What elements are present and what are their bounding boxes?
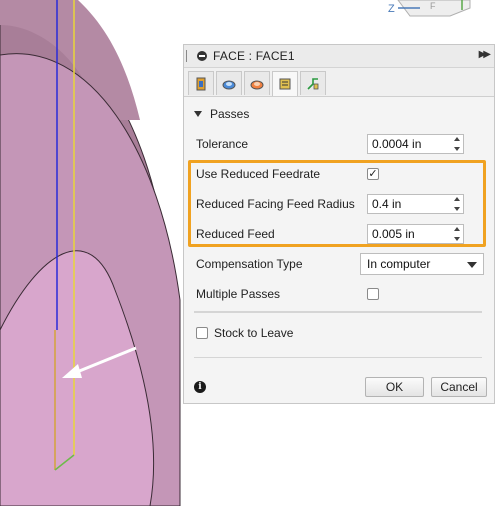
section-title: Passes <box>210 107 250 121</box>
tolerance-label: Tolerance <box>196 137 249 151</box>
tab-tool[interactable] <box>188 71 214 95</box>
reduced-facing-feed-radius-field[interactable]: 0.4 in <box>367 194 464 214</box>
multiple-passes-checkbox[interactable] <box>367 288 379 300</box>
compensation-type-select[interactable]: In computer <box>360 253 484 275</box>
tolerance-value: 0.0004 in <box>372 137 422 151</box>
info-icon[interactable]: i <box>194 381 206 393</box>
linking-icon <box>307 77 319 90</box>
tab-passes[interactable] <box>272 71 298 96</box>
stock-to-leave-checkbox[interactable] <box>196 327 208 339</box>
tab-geometry[interactable] <box>216 71 242 95</box>
compensation-type-label: Compensation Type <box>196 257 303 271</box>
reduced-facing-feed-radius-value: 0.4 in <box>372 197 402 211</box>
reduced-facing-feed-radius-label: Reduced Facing Feed Radius <box>196 197 355 211</box>
geometry-icon <box>222 80 236 89</box>
heights-icon <box>250 80 264 89</box>
dialog-titlebar[interactable]: FACE : FACE1 ▶▶ <box>184 45 494 68</box>
dialog-footer: i OK Cancel <box>184 372 494 402</box>
tolerance-field[interactable]: 0.0004 in <box>367 134 464 154</box>
expand-panel-icon[interactable]: ▶▶ <box>479 49 492 60</box>
use-reduced-feedrate-checkbox[interactable]: ✓ <box>367 168 379 180</box>
reduced-feed-stepper[interactable] <box>453 227 461 241</box>
reduced-facing-feed-radius-stepper[interactable] <box>453 197 461 211</box>
reduced-feed-value: 0.005 in <box>372 227 415 241</box>
dialog-title: FACE : FACE1 <box>213 49 295 63</box>
multiple-passes-label: Multiple Passes <box>196 287 281 301</box>
tab-heights[interactable] <box>244 71 270 95</box>
viewcube-axis-label: Z <box>388 3 395 15</box>
chevron-down-icon <box>467 262 477 268</box>
passes-icon <box>279 78 291 90</box>
stock-to-leave-label: Stock to Leave <box>214 326 294 340</box>
collapse-triangle-icon <box>194 111 202 117</box>
passes-section-header[interactable]: Passes <box>194 107 249 121</box>
tab-linking[interactable] <box>300 71 326 95</box>
section-divider <box>194 311 482 313</box>
viewcube-face-label: F <box>430 1 436 11</box>
divider <box>194 160 482 161</box>
footer-divider <box>194 357 482 358</box>
viewcube-icon[interactable]: Z F <box>388 0 471 17</box>
use-reduced-feedrate-label: Use Reduced Feedrate <box>196 167 321 181</box>
tool-icon <box>196 77 206 90</box>
face-operation-dialog: FACE : FACE1 ▶▶ Passes Tolerance 0.0004 … <box>183 44 495 404</box>
dialog-tabs <box>184 68 494 97</box>
cancel-button[interactable]: Cancel <box>431 377 487 397</box>
collapse-icon[interactable] <box>197 51 207 61</box>
compensation-type-value: In computer <box>367 257 431 271</box>
reduced-feed-field[interactable]: 0.005 in <box>367 224 464 244</box>
ok-button[interactable]: OK <box>365 377 424 397</box>
tolerance-stepper[interactable] <box>453 137 461 151</box>
reduced-feed-label: Reduced Feed <box>196 227 275 241</box>
drag-grip-icon[interactable] <box>186 50 191 62</box>
